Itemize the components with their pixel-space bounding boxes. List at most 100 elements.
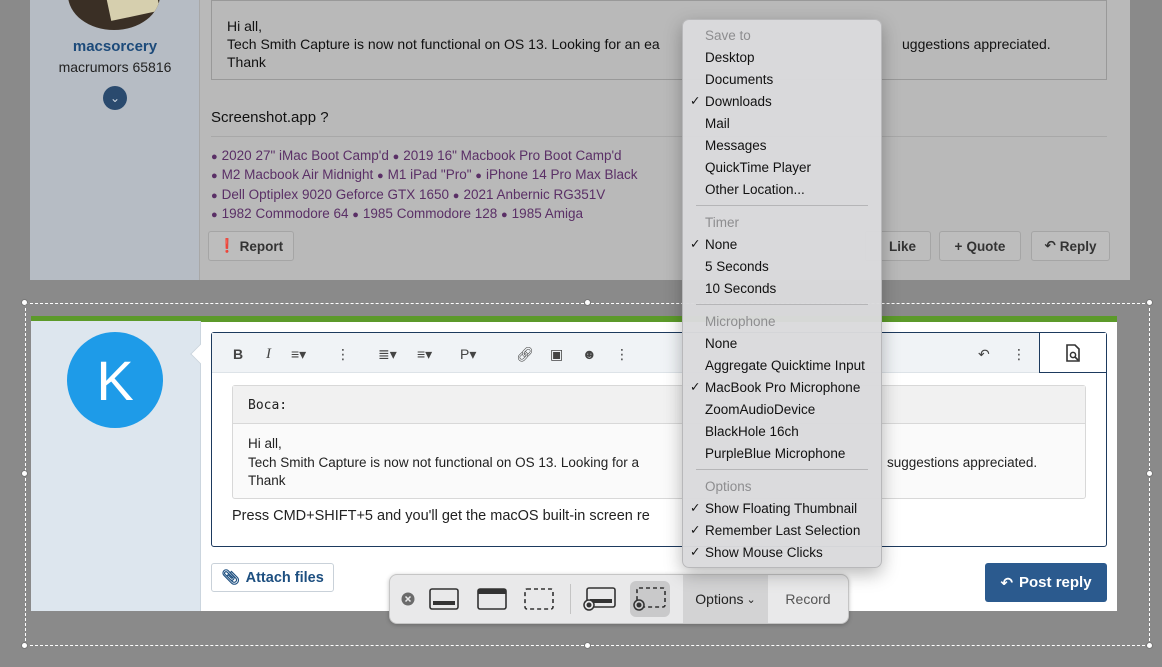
resize-handle[interactable] [21,470,28,477]
toolbar-divider [570,584,571,614]
apple-logo-icon: ● [352,209,359,222]
record-selected-portion-button[interactable] [630,581,670,617]
resize-handle[interactable] [21,642,28,649]
signature-item: 1985 Amiga [511,206,583,222]
menu-item-documents[interactable]: Documents [705,69,773,89]
menu-item-mail[interactable]: Mail [705,113,730,133]
resize-handle[interactable] [21,299,28,306]
apple-logo-icon: ● [392,151,400,163]
menu-header-timer: Timer [705,214,739,230]
checkmark-icon: ✓ [690,545,701,559]
chevron-down-icon: ⌄ [746,593,756,606]
options-label: Options [695,591,744,607]
signature-item: iPhone 14 Pro Max Black [485,167,638,183]
apple-logo-icon: ● [211,209,218,222]
record-screen-icon [583,587,616,611]
username-link[interactable]: macsorcery [30,38,200,55]
checkmark-icon: ✓ [690,380,701,394]
close-button[interactable] [398,581,418,617]
menu-item-downloads[interactable]: Downloads [705,91,772,111]
report-label: Report [239,238,284,254]
menu-separator [696,205,868,206]
checkmark-icon: ✓ [690,237,701,251]
quote-button[interactable]: + Quote [939,231,1021,261]
signature-item: M1 iPad "Pro" [387,167,472,183]
resize-handle[interactable] [1146,470,1153,477]
signature-item: M2 Macbook Air Midnight [221,167,374,183]
menu-item-macbook-pro-microphone[interactable]: MacBook Pro Microphone [705,377,860,397]
apple-logo-icon: ● [377,170,384,183]
quote-line: Hi all, [227,18,263,34]
menu-item-mic-none[interactable]: None [705,333,737,353]
quoted-message: Hi all, Tech Smith Capture is now not fu… [211,0,1107,80]
menu-header-save-to: Save to [705,27,751,43]
menu-item-aggregate-quicktime-input[interactable]: Aggregate Quicktime Input [705,355,865,375]
menu-separator [696,304,868,305]
quote-line: Tech Smith Capture is now not functional… [227,36,660,52]
menu-item-messages[interactable]: Messages [705,135,767,155]
record-button[interactable]: Record [768,575,848,623]
close-icon [401,592,415,606]
menu-item-show-floating-thumbnail[interactable]: Show Floating Thumbnail [705,498,857,518]
options-button[interactable]: Options ⌄ [683,575,768,623]
report-button[interactable]: ❗ Report [208,231,294,261]
apple-logo-icon: ● [501,209,508,222]
resize-handle[interactable] [584,642,591,649]
quote-label: Quote [966,238,1006,254]
checkmark-icon: ✓ [690,94,701,108]
window-icon [477,588,507,610]
menu-item-purpleblue-microphone[interactable]: PurpleBlue Microphone [705,443,845,463]
apple-logo-icon: ● [211,170,218,183]
chevron-down-icon: ⌄ [109,91,121,105]
apple-logo-icon: ● [452,189,460,202]
resize-handle[interactable] [584,299,591,306]
apple-logo-icon: ● [475,170,482,183]
capture-selection-button[interactable] [520,581,558,617]
entire-screen-icon [429,588,459,610]
record-selection-icon [633,587,666,611]
quote-line: Thank [227,54,266,70]
signature-item: 2019 16" Macbook Pro Boot Camp'd [403,148,622,163]
plus-icon: + [954,238,963,254]
signature: ● 2020 27" iMac Boot Camp'd ● 2019 16" Mac… [211,147,638,225]
expand-user-button[interactable]: ⌄ [103,86,127,110]
menu-item-remember-last-selection[interactable]: Remember Last Selection [705,520,860,540]
resize-handle[interactable] [1146,299,1153,306]
apple-logo-icon: ● [211,151,218,163]
selection-icon [524,588,554,610]
signature-item: 2020 27" iMac Boot Camp'd [221,148,389,163]
checkmark-icon: ✓ [690,501,701,515]
menu-item-quicktime-player[interactable]: QuickTime Player [705,157,811,177]
menu-item-blackhole-16ch[interactable]: BlackHole 16ch [705,421,799,441]
menu-item-zoomaudiodevice[interactable]: ZoomAudioDevice [705,399,815,419]
signature-item: 2021 Anbernic RG351V [463,186,606,202]
apple-logo-icon: ● [211,189,218,202]
menu-item-timer-none[interactable]: None [705,234,737,254]
alert-icon: ❗ [218,238,236,253]
signature-item: 1985 Commodore 128 [362,206,498,222]
user-title: macrumors 65816 [58,59,172,75]
quote-line: uggestions appreciated. [902,36,1051,52]
record-entire-screen-button[interactable] [581,581,619,617]
record-label: Record [785,591,831,607]
reply-arrow-icon: ↶ [1044,238,1056,253]
menu-header-options: Options [705,478,752,494]
checkmark-icon: ✓ [690,523,701,537]
post-message: Screenshot.app ? [211,109,329,126]
menu-item-desktop[interactable]: Desktop [705,47,755,67]
reply-label: Reply [1059,238,1097,254]
menu-item-other-location[interactable]: Other Location... [705,179,805,199]
divider [211,136,1107,137]
capture-window-button[interactable] [473,581,511,617]
signature-item: 1982 Commodore 64 [221,206,349,222]
menu-separator [696,469,868,470]
menu-item-10-seconds[interactable]: 10 Seconds [705,278,776,298]
reply-button[interactable]: ↶ Reply [1031,231,1110,261]
resize-handle[interactable] [1146,642,1153,649]
like-label: Like [888,238,916,254]
capture-entire-screen-button[interactable] [425,581,463,617]
menu-header-microphone: Microphone [705,313,776,329]
menu-item-5-seconds[interactable]: 5 Seconds [705,256,769,276]
signature-item: Dell Optiplex 9020 Geforce GTX 1650 [221,186,450,202]
menu-item-show-mouse-clicks[interactable]: Show Mouse Clicks [705,542,823,562]
